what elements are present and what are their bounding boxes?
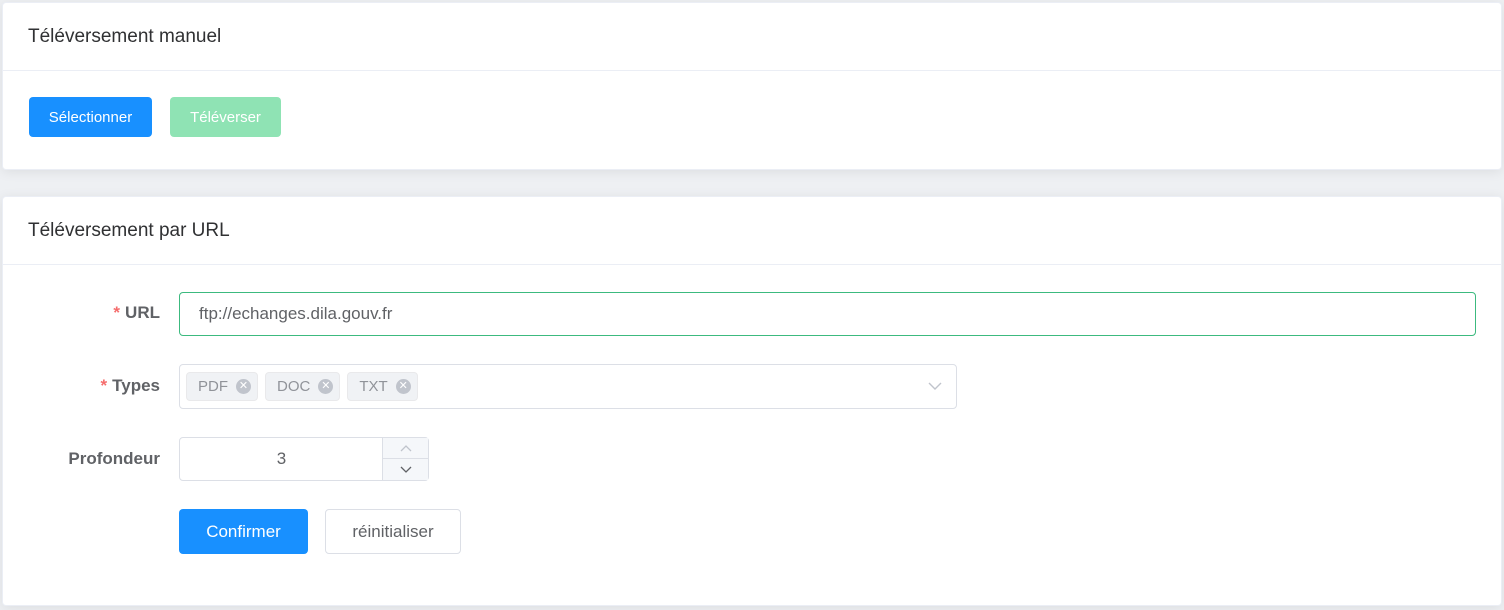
close-icon[interactable]: ✕ [395,379,411,394]
url-input-value: ftp://echanges.dila.gouv.fr [199,304,393,323]
decrement-button[interactable] [383,459,428,480]
url-label-text: URL [125,303,160,322]
types-label: * Types [101,376,161,396]
upload-button[interactable]: Téléverser [170,97,281,137]
required-mark: * [100,376,108,395]
chevron-up-icon [400,445,411,452]
reset-button[interactable]: réinitialiser [325,509,461,554]
depth-stepper[interactable]: 3 [179,437,429,481]
depth-value[interactable]: 3 [180,438,383,480]
required-mark: * [113,303,121,322]
type-tag-doc: DOC ✕ [265,372,341,401]
url-label: * URL [113,303,160,323]
depth-label-text: Profondeur [68,449,160,468]
close-icon[interactable]: ✕ [236,379,251,394]
chevron-down-icon [400,466,411,473]
tag-label: PDF [198,378,228,395]
chevron-down-icon[interactable] [928,379,942,393]
depth-label: Profondeur [68,449,160,469]
types-select[interactable]: PDF ✕ DOC ✕ TXT ✕ [179,364,957,409]
manual-upload-card: Téléversement manuel Sélectionner Téléve… [2,2,1502,170]
types-label-text: Types [112,376,160,395]
select-file-button[interactable]: Sélectionner [29,97,152,137]
url-upload-card: Téléversement par URL * URL ftp://echange… [2,196,1502,606]
url-upload-title: Téléversement par URL [3,197,1501,265]
close-icon[interactable]: ✕ [318,379,334,394]
type-tag-pdf: PDF ✕ [186,372,258,401]
confirm-button[interactable]: Confirmer [179,509,308,554]
manual-upload-title: Téléversement manuel [3,3,1501,71]
type-tag-txt: TXT ✕ [347,372,418,401]
tag-label: DOC [277,378,311,395]
tag-label: TXT [359,378,388,395]
url-input[interactable]: ftp://echanges.dila.gouv.fr [179,292,1476,336]
increment-button[interactable] [383,438,428,459]
stepper-controls [382,438,428,480]
